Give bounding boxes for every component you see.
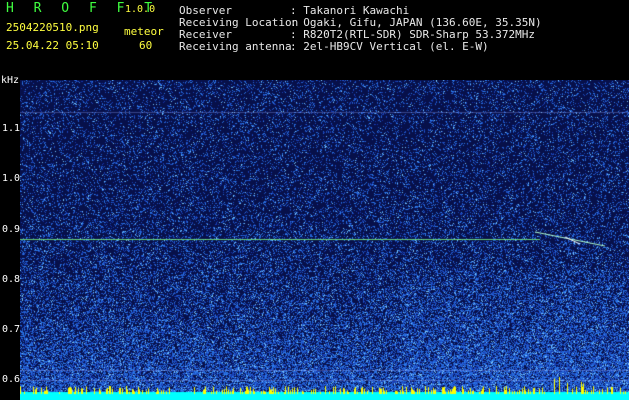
app-version: 1.0.0 [125,4,156,15]
spectrogram-canvas [20,80,629,400]
y-axis-unit: kHz [1,75,20,86]
meteor-count: 60 [139,39,153,52]
y-tick-label: 0.6 [2,374,21,385]
antenna-label: Receiving antenna [179,40,292,53]
y-tick-label: 1.0 [2,173,21,184]
y-tick-label: 0.7 [2,324,21,335]
y-tick-label: 1.1 [2,123,21,134]
y-tick-label: 0.8 [2,274,21,285]
mode-label: meteor [124,25,164,38]
y-tick-label: 0.9 [2,224,21,235]
file-name: 2504220510.png [6,21,99,34]
antenna-value: : 2el-HB9CV Vertical (el. E-W) [290,40,489,53]
date-time: 25.04.22 05:10 [6,39,99,52]
spectrogram [20,80,629,400]
header-panel: H R O F F T 1.0.0 2504220510.png meteor … [0,0,629,72]
